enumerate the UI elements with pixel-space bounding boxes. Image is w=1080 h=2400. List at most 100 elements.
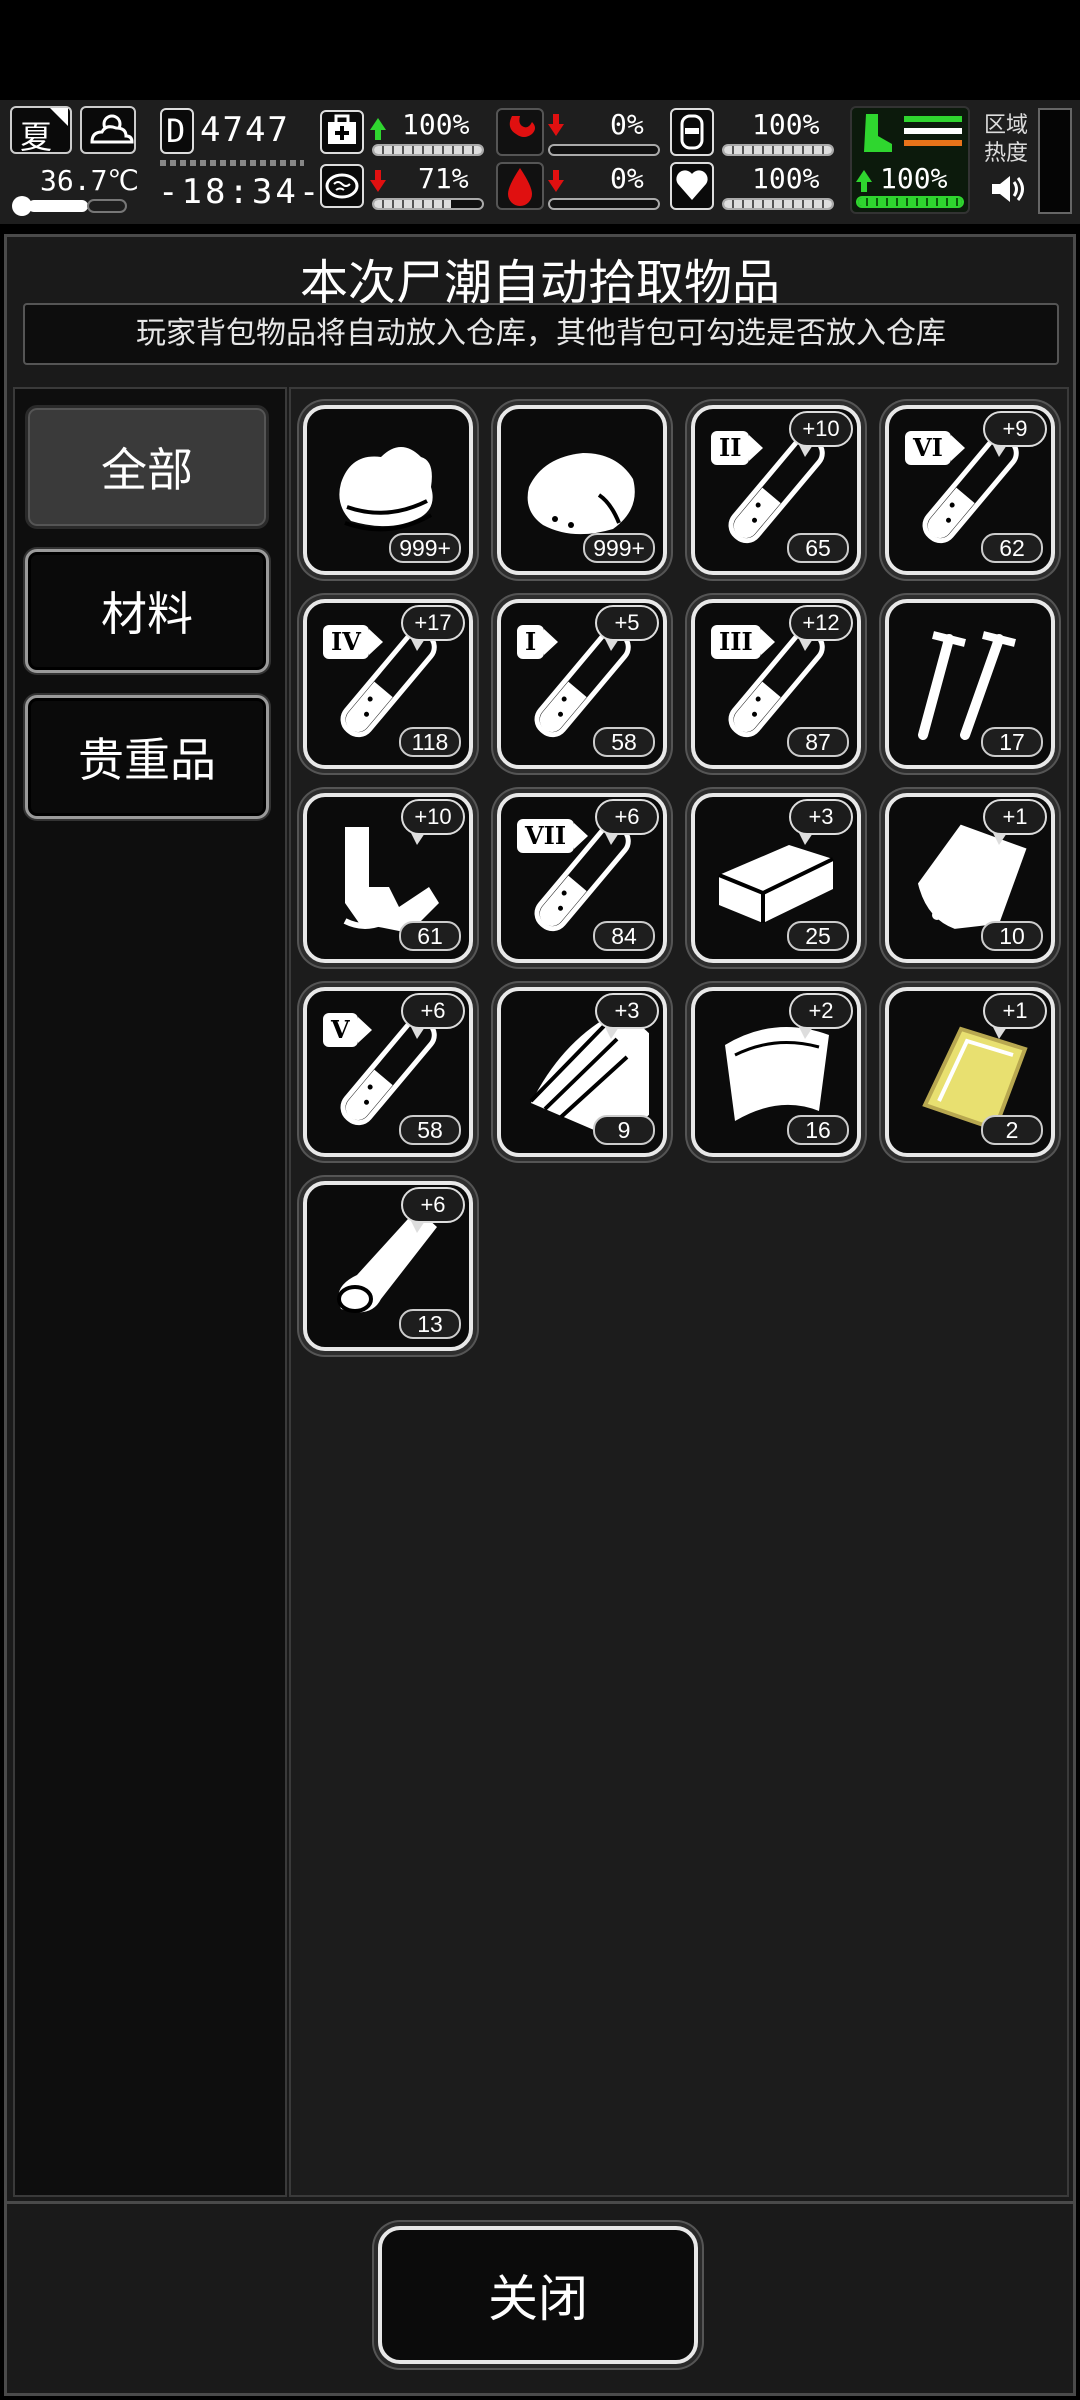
item-slot[interactable]: IV +17 118: [303, 599, 473, 769]
status-bar: 夏 36.7℃ D 4747 -18:34- 100% 71% 0% 0% 10…: [0, 100, 1080, 224]
item-slot[interactable]: +6 13: [303, 1181, 473, 1351]
item-count: 61: [399, 921, 461, 951]
item-slot[interactable]: V +6 58: [303, 987, 473, 1157]
item-count: 62: [981, 533, 1043, 563]
blood-badge: [496, 162, 544, 210]
blood-bar: [548, 198, 660, 210]
item-count: 999+: [583, 533, 655, 563]
bonus-badge: +1: [983, 799, 1047, 845]
water-bar-fill: [724, 146, 832, 154]
speaker-icon[interactable]: [990, 172, 1026, 206]
health-bar: [372, 144, 484, 156]
bonus-badge: +1: [983, 993, 1047, 1039]
tier-label: II: [711, 431, 765, 465]
bonus-badge: +12: [789, 605, 853, 651]
health-up-arrow: [370, 118, 386, 140]
brain-bar: [372, 198, 484, 210]
bonus-badge: +10: [401, 799, 465, 845]
stamina-stripe-3: [904, 140, 962, 146]
water-bottle-icon: [680, 114, 704, 150]
season-badge: 夏: [10, 106, 72, 156]
hunger-bar: [548, 144, 660, 156]
sun-corner-icon: [50, 108, 68, 126]
item-slot[interactable]: +2 16: [691, 987, 861, 1157]
item-slot[interactable]: +3 9: [497, 987, 667, 1157]
bonus-badge: +3: [789, 799, 853, 845]
water-bar: [722, 144, 834, 156]
stamina-stripe-1: [904, 116, 962, 122]
heart-value: 100%: [752, 162, 820, 195]
item-slot[interactable]: 999+: [497, 405, 667, 575]
tier-label: VI: [905, 431, 965, 465]
heart-badge: [670, 162, 714, 210]
day-divider: [160, 160, 304, 166]
blood-down-arrow: [548, 170, 564, 192]
item-count: 118: [399, 727, 461, 757]
zone-heat-label: 区域热度: [984, 113, 1029, 166]
item-count: 84: [593, 921, 655, 951]
day-counter: 4747: [200, 110, 290, 150]
running-leg-icon: [864, 114, 892, 152]
item-slot[interactable]: +1 10: [885, 793, 1055, 963]
bonus-badge: +6: [401, 993, 465, 1039]
tab-valuables[interactable]: 贵重品: [25, 695, 269, 819]
item-count: 2: [981, 1115, 1043, 1145]
item-count: 9: [593, 1115, 655, 1145]
blood-drop-icon: [508, 168, 532, 206]
heart-icon: [676, 170, 708, 200]
item-count: 10: [981, 921, 1043, 951]
item-slot[interactable]: 17: [885, 599, 1055, 769]
bonus-badge: +6: [401, 1187, 465, 1233]
panel-notice: 玩家背包物品将自动放入仓库，其他背包可勾选是否放入仓库: [23, 303, 1059, 365]
item-count: 17: [981, 727, 1043, 757]
hunger-value: 0%: [610, 108, 644, 141]
item-slot[interactable]: +1 2: [885, 987, 1055, 1157]
tab-all[interactable]: 全部: [25, 405, 269, 529]
tier-label: I: [517, 625, 559, 659]
tier-label: III: [711, 625, 775, 659]
item-slot[interactable]: VI +9 62: [885, 405, 1055, 575]
bonus-badge: +6: [595, 799, 659, 845]
brain-badge: [320, 164, 364, 208]
item-slot[interactable]: +3 25: [691, 793, 861, 963]
item-count: 65: [787, 533, 849, 563]
bonus-badge: +2: [789, 993, 853, 1039]
stamina-stripe-2: [904, 128, 962, 134]
stamina-bar-fill: [858, 198, 962, 206]
day-badge: D: [160, 108, 194, 154]
item-slot[interactable]: II +10 65: [691, 405, 861, 575]
item-count: 25: [787, 921, 849, 951]
stomach-icon: [509, 116, 535, 137]
stamina-panel: 100%: [850, 106, 970, 214]
heart-bar-fill: [724, 200, 832, 208]
hunger-down-arrow: [548, 114, 564, 136]
stamina-value: 100%: [880, 162, 948, 195]
brain-icon: [325, 173, 359, 199]
bonus-badge: +3: [595, 993, 659, 1039]
item-slot[interactable]: I +5 58: [497, 599, 667, 769]
close-button[interactable]: 关闭: [378, 2226, 698, 2364]
tab-materials[interactable]: 材料: [25, 549, 269, 673]
stamina-up-arrow: [856, 170, 872, 192]
day-letter: D: [166, 112, 186, 150]
bonus-badge: +17: [401, 605, 465, 651]
brain-down-arrow: [370, 170, 386, 192]
brain-bar-fill: [374, 200, 451, 208]
tier-label: V: [323, 1013, 372, 1047]
item-slot[interactable]: VII +6 84: [497, 793, 667, 963]
item-count: 58: [399, 1115, 461, 1145]
hunger-badge: [496, 108, 544, 156]
brain-value: 71%: [418, 162, 469, 195]
item-slot[interactable]: 999+: [303, 405, 473, 575]
item-slot[interactable]: III +12 87: [691, 599, 861, 769]
item-count: 13: [399, 1309, 461, 1339]
bonus-badge: +5: [595, 605, 659, 651]
clock-readout: -18:34-: [158, 172, 323, 212]
item-count: 58: [593, 727, 655, 757]
item-slot[interactable]: +10 61: [303, 793, 473, 963]
item-count: 999+: [389, 533, 461, 563]
health-bar-fill: [374, 146, 482, 154]
item-grid: 999+ 999+ II +10 65 VI +9 62 IV +17 118 I +5 58 III +12…: [289, 387, 1069, 2197]
water-badge: [670, 108, 714, 156]
heart-bar: [722, 198, 834, 210]
